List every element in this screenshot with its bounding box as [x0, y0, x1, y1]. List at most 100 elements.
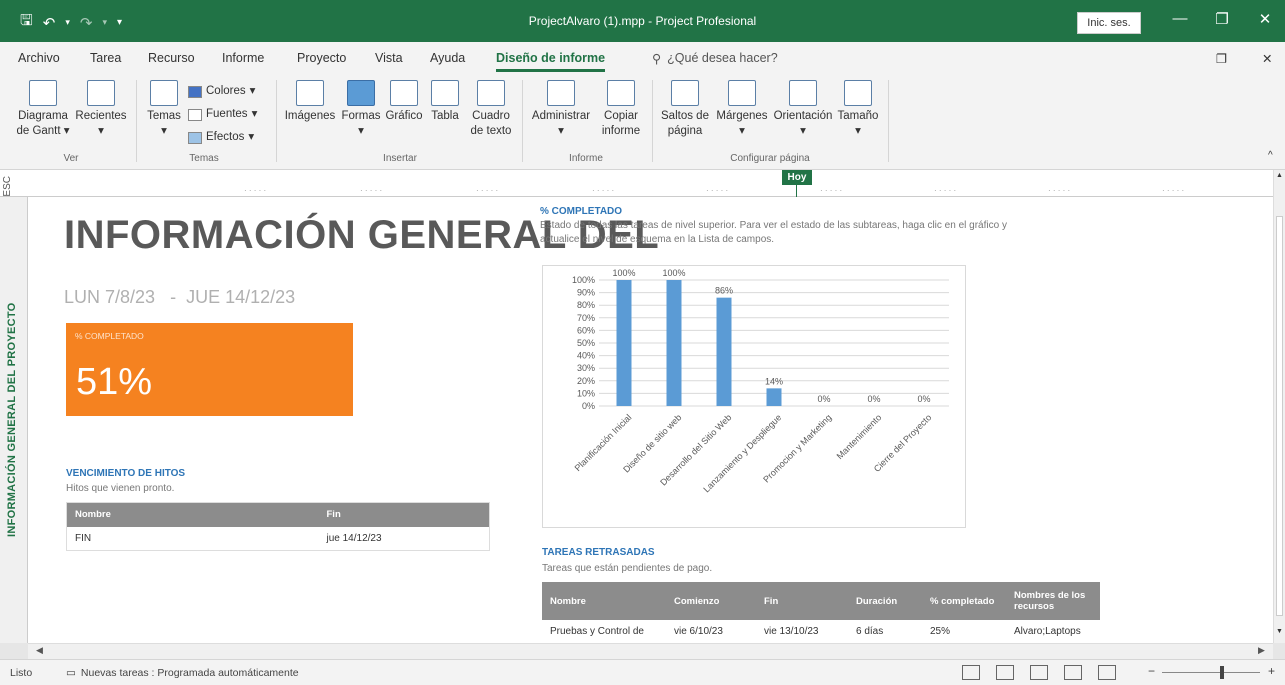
minimize-icon[interactable]: —	[1165, 10, 1195, 27]
gantt-view-icon[interactable]	[962, 665, 980, 680]
task-usage-view-icon[interactable]	[996, 665, 1014, 680]
data-label: 14%	[765, 376, 783, 386]
scroll-thumb[interactable]	[1276, 216, 1283, 616]
tab-tarea[interactable]: Tarea	[90, 51, 121, 65]
percent-complete-card[interactable]: % COMPLETADO 51%	[66, 323, 353, 416]
timescale-label: ESC	[2, 176, 13, 197]
tab-vista[interactable]: Vista	[375, 51, 403, 65]
tell-me-text: ¿Qué desea hacer?	[667, 51, 778, 65]
late-tasks-table[interactable]: Nombre Comienzo Fin Duración % completad…	[542, 582, 1100, 643]
date-separator: -	[170, 287, 177, 307]
zoom-out-icon[interactable]: −	[1148, 664, 1155, 678]
group-label-insertar: Insertar	[383, 153, 417, 164]
timescale-tick: · · · · ·	[1162, 186, 1185, 195]
group-separator	[888, 80, 889, 162]
title-bar: 🖫 ↶ ▾ ↷ ▾ ▾ ProjectAlvaro (1).mpp - Proj…	[0, 0, 1285, 42]
tab-proyecto[interactable]: Proyecto	[297, 51, 346, 65]
images-button[interactable]: Imágenes	[284, 80, 336, 124]
orientation-button[interactable]: Orientación ▾	[772, 80, 834, 139]
effects-button[interactable]: Efectos ▾	[188, 126, 257, 149]
column-header: Nombre	[542, 582, 666, 620]
tab-diseno-de-informe[interactable]: Diseño de informe	[496, 51, 606, 72]
tab-recurso[interactable]: Recurso	[148, 51, 195, 65]
zoom-slider-thumb[interactable]	[1220, 666, 1224, 679]
recent-button[interactable]: Recientes ▾	[74, 80, 128, 139]
size-icon	[844, 80, 872, 106]
y-tick-label: 30%	[577, 363, 595, 373]
table-row[interactable]: Pruebas y Control de vie 6/10/23 vie 13/…	[542, 620, 1100, 643]
collapse-ribbon-icon[interactable]: ^	[1268, 150, 1273, 161]
text-box-icon	[477, 80, 505, 106]
fonts-icon	[188, 108, 202, 121]
team-planner-view-icon[interactable]	[1030, 665, 1048, 680]
group-label-configurar-pagina: Configurar página	[730, 153, 810, 164]
view-shortcuts	[962, 665, 1116, 680]
ribbon-display-icon[interactable]: ❐	[1216, 51, 1227, 66]
copy-report-button[interactable]: Copiar informe	[598, 80, 644, 139]
margins-button[interactable]: Márgenes ▾	[714, 80, 770, 139]
restore-icon[interactable]: ❐	[1207, 10, 1237, 28]
size-button[interactable]: Tamaño ▾	[836, 80, 880, 139]
gantt-chart-button[interactable]: Diagrama de Gantt ▾	[16, 80, 70, 139]
bar	[666, 280, 682, 406]
tab-archivo[interactable]: Archivo	[18, 51, 60, 65]
scroll-down-icon[interactable]: ▼	[1276, 628, 1283, 635]
zoom-slider[interactable]	[1162, 672, 1260, 673]
percent-complete-chart[interactable]: 100% 90% 80% 70% 60% 50% 40% 30% 20% 10% 0% 100% Pla…	[542, 265, 966, 528]
themes-button[interactable]: Temas ▾	[144, 80, 184, 139]
tell-me-box[interactable]: ⚲ ¿Qué desea hacer?	[652, 51, 778, 66]
table-cell: 6 días	[848, 620, 922, 643]
y-tick-label: 10%	[577, 388, 595, 398]
report-canvas[interactable]: INFORMACIÓN GENERAL DEL LUN 7/8/23 - JUE…	[28, 197, 1273, 643]
column-header: Fin	[318, 502, 490, 527]
horizontal-scrollbar[interactable]: ◀ ▶	[28, 643, 1273, 659]
table-cell: FIN	[66, 526, 319, 551]
zoom-in-icon[interactable]: +	[1268, 664, 1275, 678]
project-date-range[interactable]: LUN 7/8/23 - JUE 14/12/23	[64, 287, 295, 308]
today-marker: Hoy	[782, 170, 812, 185]
shapes-icon	[347, 80, 375, 106]
milestones-table[interactable]: Nombre Fin FIN jue 14/12/23	[66, 502, 490, 551]
chart-icon	[390, 80, 418, 106]
text-box-button[interactable]: Cuadro de texto	[466, 80, 516, 139]
scroll-left-icon[interactable]: ◀	[36, 645, 43, 656]
scroll-up-icon[interactable]: ▲	[1276, 172, 1283, 179]
timescale-tick: · · · · ·	[476, 186, 499, 195]
group-label-informe: Informe	[569, 153, 603, 164]
timescale-tick: · · · · ·	[820, 186, 843, 195]
colors-button[interactable]: Colores ▾	[188, 80, 257, 103]
kpi-value: 51%	[76, 361, 153, 403]
table-cell: Alvaro;Laptops	[1006, 620, 1100, 643]
today-line	[796, 185, 797, 197]
column-header: Duración	[848, 582, 922, 620]
y-tick-label: 20%	[577, 376, 595, 386]
data-label: 0%	[867, 394, 880, 404]
group-separator	[136, 80, 137, 162]
table-cell: jue 14/12/23	[318, 526, 490, 551]
close-icon[interactable]: ✕	[1250, 10, 1280, 28]
shapes-button[interactable]: Formas ▾	[340, 80, 382, 139]
themes-icon	[150, 80, 178, 106]
close-document-icon[interactable]: ✕	[1262, 51, 1272, 66]
fonts-button[interactable]: Fuentes ▾	[188, 103, 257, 126]
resource-sheet-view-icon[interactable]	[1064, 665, 1082, 680]
vertical-scrollbar[interactable]: ▲ ▼	[1273, 170, 1285, 643]
new-tasks-mode[interactable]: ▭ Nuevas tareas : Programada automáticam…	[66, 667, 299, 679]
data-label: 100%	[662, 268, 685, 278]
table-row[interactable]: FIN jue 14/12/23	[66, 526, 490, 551]
table-button[interactable]: Tabla	[428, 80, 462, 124]
data-label: 0%	[817, 394, 830, 404]
manage-button[interactable]: Administrar ▾	[528, 80, 594, 139]
tab-informe[interactable]: Informe	[222, 51, 264, 65]
timescale-tick: · · · · ·	[592, 186, 615, 195]
report-view-icon[interactable]	[1098, 665, 1116, 680]
chart-button[interactable]: Gráfico	[384, 80, 424, 124]
data-label: 86%	[715, 286, 733, 296]
table-cell: Pruebas y Control de	[542, 620, 666, 643]
page-breaks-button[interactable]: Saltos de página	[660, 80, 710, 139]
chart-heading: % COMPLETADO	[540, 206, 623, 217]
tab-ayuda[interactable]: Ayuda	[430, 51, 465, 65]
sign-in-button[interactable]: Inic. ses.	[1077, 12, 1141, 34]
scroll-right-icon[interactable]: ▶	[1258, 645, 1265, 656]
y-tick-label: 40%	[577, 351, 595, 361]
